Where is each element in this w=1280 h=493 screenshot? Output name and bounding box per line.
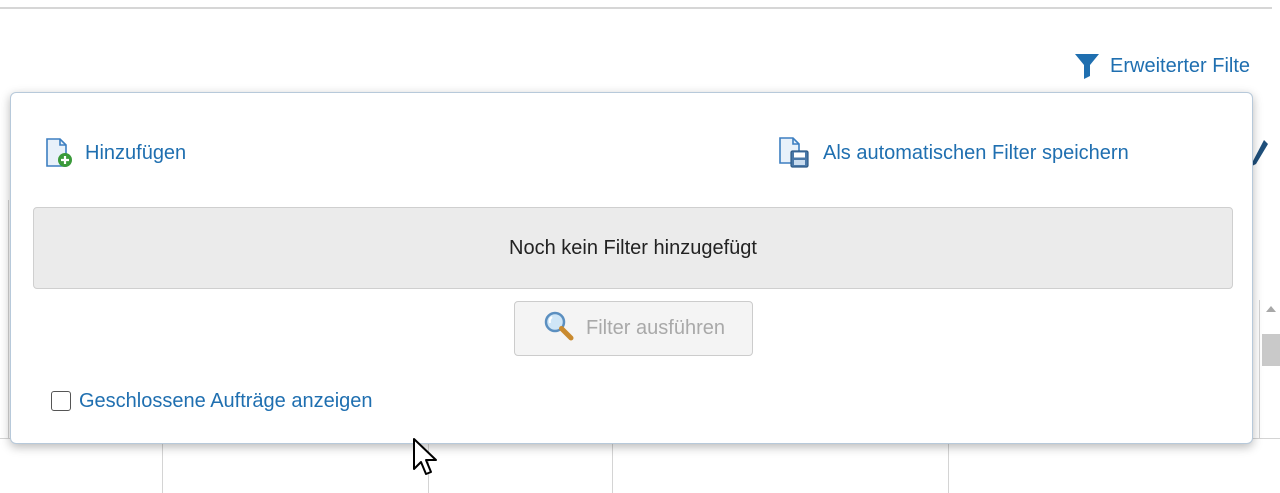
top-divider — [0, 7, 1272, 9]
table-column-divider — [948, 439, 949, 493]
mouse-cursor-icon — [412, 437, 442, 486]
document-add-icon — [43, 138, 75, 168]
show-closed-orders-checkbox[interactable] — [51, 391, 71, 411]
magnifier-icon — [542, 310, 576, 348]
save-auto-filter-link[interactable]: Als automatischen Filter speichern — [777, 137, 1129, 169]
extended-filter-popup: Hinzufügen Als automatischen Filter spei… — [10, 92, 1253, 444]
run-filter-label: Filter ausführen — [586, 317, 725, 339]
funnel-icon — [1074, 52, 1100, 80]
add-filter-link[interactable]: Hinzufügen — [43, 137, 186, 169]
pencil-icon[interactable] — [1250, 138, 1270, 173]
show-closed-orders-toggle[interactable]: Geschlossene Aufträge anzeigen — [51, 385, 373, 417]
scroll-up-arrow-icon[interactable] — [1266, 306, 1276, 312]
extended-filter-link[interactable]: Erweiterter Filte — [1074, 50, 1250, 82]
empty-filter-message: Noch kein Filter hinzugefügt — [509, 236, 757, 259]
add-filter-label: Hinzufügen — [85, 141, 187, 164]
save-auto-filter-label: Als automatischen Filter speichern — [823, 141, 1129, 164]
document-save-icon — [777, 137, 813, 169]
background-table — [0, 438, 1280, 493]
show-closed-orders-label[interactable]: Geschlossene Aufträge anzeigen — [79, 390, 373, 413]
run-filter-button[interactable]: Filter ausführen — [514, 301, 753, 356]
scrollbar-thumb[interactable] — [1262, 334, 1280, 366]
table-column-divider — [612, 439, 613, 493]
extended-filter-label: Erweiterter Filte — [1110, 54, 1251, 77]
filter-list-empty: Noch kein Filter hinzugefügt — [33, 207, 1233, 289]
table-column-divider — [162, 439, 163, 493]
